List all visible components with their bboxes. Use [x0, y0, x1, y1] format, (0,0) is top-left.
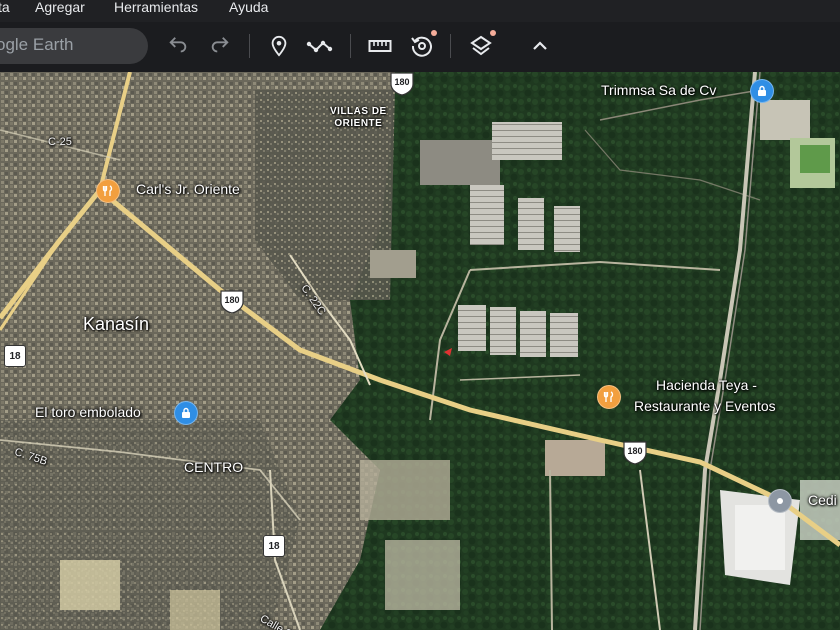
menu-item-help[interactable]: Ayuda: [229, 0, 268, 15]
area-label-villas-line2: ORIENTE: [334, 118, 383, 129]
place-label-hacienda-line2[interactable]: Restaurante y Eventos: [634, 398, 776, 414]
area-label-villas-line1: VILLAS DE: [330, 106, 387, 117]
highway-shield-number: 180: [627, 446, 643, 456]
place-label-cedis[interactable]: Cedi: [808, 492, 837, 508]
road-shield-icon: 18: [263, 535, 285, 557]
road-shield-icon: 18: [4, 345, 26, 367]
redo-icon[interactable]: [206, 32, 234, 60]
toolbar: ogle Earth: [0, 22, 840, 72]
highway-shield-icon: 180: [219, 290, 245, 314]
menu-item-add[interactable]: Agregar: [35, 0, 85, 15]
place-label-trimmsa[interactable]: Trimmsa Sa de Cv: [601, 82, 716, 98]
restaurant-pin-icon[interactable]: [96, 179, 120, 203]
place-label-hacienda-line1[interactable]: Hacienda Teya -: [656, 377, 757, 393]
place-label-carls[interactable]: Carl's Jr. Oriente: [136, 181, 240, 197]
area-label-centro: CENTRO: [184, 459, 244, 475]
satellite-imagery: [0, 72, 840, 630]
menu-item-tools[interactable]: Herramientas: [114, 0, 198, 15]
highway-shield-number: 180: [224, 295, 240, 305]
undo-icon[interactable]: [164, 32, 192, 60]
chevron-up-icon[interactable]: [526, 32, 554, 60]
restaurant-pin-icon[interactable]: [597, 385, 621, 409]
ruler-icon[interactable]: [366, 32, 394, 60]
area-label-villas-de-oriente: VILLAS DE ORIENTE: [330, 106, 387, 130]
satellite-map[interactable]: Trimmsa Sa de Cv Carl's Jr. Oriente El t…: [0, 72, 840, 630]
toolbar-divider: [249, 34, 250, 58]
highway-shield-icon: 180: [389, 72, 415, 96]
place-pin-icon[interactable]: [768, 489, 792, 513]
place-label-toro[interactable]: El toro embolado: [35, 404, 141, 420]
placemark-icon[interactable]: [265, 32, 293, 60]
historical-imagery-icon[interactable]: [408, 30, 437, 60]
shopping-pin-icon[interactable]: [750, 79, 774, 103]
toolbar-divider: [450, 34, 451, 58]
search-bar[interactable]: ogle Earth: [0, 28, 148, 64]
city-label-kanasin: Kanasín: [83, 314, 150, 334]
layers-icon[interactable]: [467, 30, 496, 60]
menu-item-view[interactable]: ta: [0, 0, 10, 15]
path-icon[interactable]: [306, 32, 334, 60]
street-label-c25: C-25: [48, 136, 72, 148]
highway-shield-number: 180: [394, 77, 410, 87]
notification-dot: [490, 30, 496, 36]
search-input[interactable]: ogle Earth: [0, 35, 74, 55]
notification-dot: [431, 30, 437, 36]
toolbar-divider: [350, 34, 351, 58]
shopping-pin-icon[interactable]: [174, 401, 198, 425]
highway-shield-icon: 180: [622, 441, 648, 465]
menu-bar: ta Agregar Herramientas Ayuda: [0, 0, 840, 22]
